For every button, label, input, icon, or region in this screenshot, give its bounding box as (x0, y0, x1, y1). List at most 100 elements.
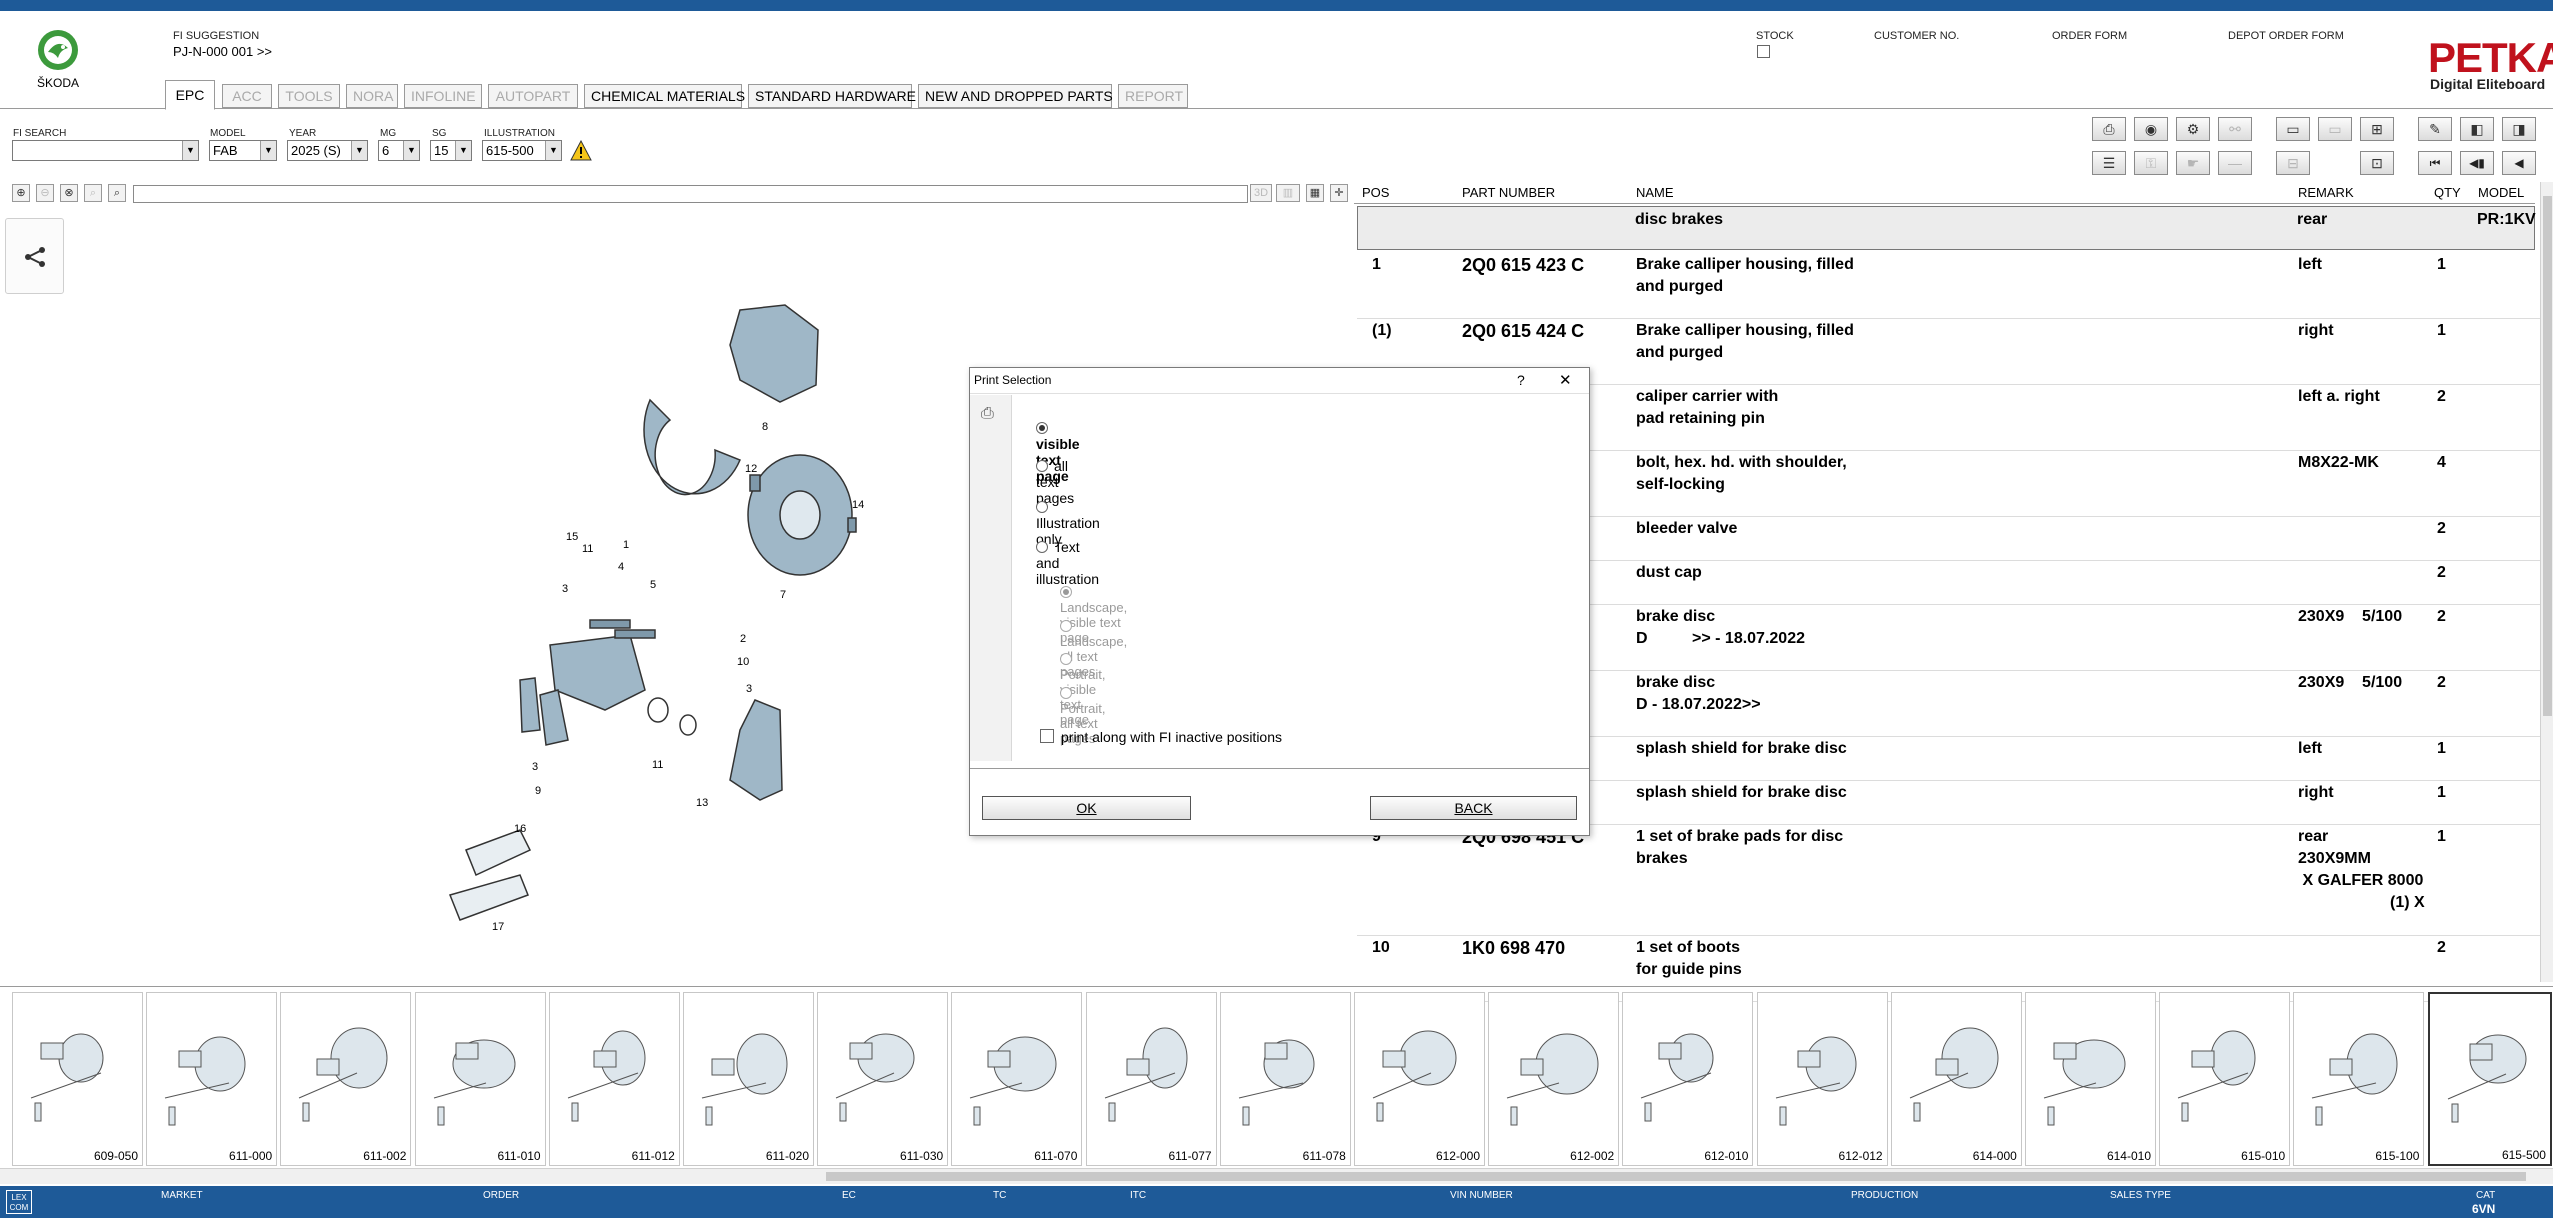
key-icon[interactable]: ⚿ (2134, 151, 2168, 175)
close-button[interactable]: ✕ (1559, 371, 1572, 389)
row-qty: 1 (2437, 828, 2446, 845)
illustration-thumbnail[interactable]: 611-077 (1085, 992, 1217, 1166)
illustration-thumbnail[interactable]: 615-500 (2427, 992, 2552, 1166)
thumbnail-preview (701, 1033, 788, 1126)
thumbnail-scrollbar[interactable] (0, 1168, 2553, 1184)
tab-autopart[interactable]: AUTOPART (488, 84, 578, 108)
row-divider (1357, 318, 2540, 319)
illustration-thumbnail[interactable]: 611-078 (1219, 992, 1351, 1166)
column-qty[interactable]: QTY (2434, 185, 2461, 200)
column-remark[interactable]: REMARK (2298, 185, 2354, 200)
table-row[interactable]: 1 2Q0 615 423 C Brake calliper housing, fi… (1354, 254, 2535, 320)
help-button[interactable]: ? (1517, 372, 1525, 388)
group-model: PR:1KV (2477, 211, 2536, 228)
illustration-thumbnail[interactable]: 611-010 (414, 992, 546, 1166)
illustration-thumbnail[interactable]: 611-000 (146, 992, 278, 1166)
list-view-icon[interactable]: ☰ (2092, 151, 2126, 175)
tab-new-and-dropped-parts[interactable]: NEW AND DROPPED PARTS (918, 84, 1113, 108)
illustration-thumbnail[interactable]: 612-010 (1622, 992, 1754, 1166)
cart-add-icon[interactable]: ⊞ (2360, 117, 2394, 141)
back-button[interactable]: BACK (1370, 796, 1577, 820)
illustration-select[interactable]: 615-500 ▼ (482, 140, 562, 161)
illustration-thumbnail[interactable]: 611-012 (548, 992, 680, 1166)
back-icon[interactable]: ◀ (2502, 151, 2536, 175)
link-icon[interactable]: ⚯ (2218, 117, 2252, 141)
page-next-icon[interactable]: ◨ (2502, 117, 2536, 141)
zoom-in-icon[interactable]: ⊕ (12, 184, 30, 202)
sg-select[interactable]: 15 ▼ (430, 140, 472, 161)
group-header-row[interactable]: disc brakes rear PR:1KV (1357, 206, 2536, 250)
split-view-icon[interactable]: ▥ (1276, 184, 1300, 202)
print-option-radio[interactable]: Text and illustration (1036, 539, 1099, 587)
row-qty: 1 (2437, 784, 2446, 801)
tab-chemical-materials[interactable]: CHEMICAL MATERIALS (584, 84, 745, 108)
tab-infoline[interactable]: INFOLINE (404, 84, 482, 108)
illustration-thumbnail[interactable]: 615-010 (2159, 992, 2291, 1166)
share-button[interactable] (5, 218, 64, 294)
illustration-thumbnail[interactable]: 611-002 (280, 992, 412, 1166)
search-icon[interactable]: ⌕ (108, 184, 126, 202)
layout-icon[interactable]: ▦ (1306, 184, 1324, 202)
search-part-icon[interactable]: ◉ (2134, 117, 2168, 141)
warning-icon[interactable] (570, 139, 592, 161)
illustration-thumbnail[interactable]: 614-010 (2025, 992, 2156, 1166)
elsa-disabled-icon[interactable]: ▭ (2318, 117, 2352, 141)
ok-button[interactable]: OK (982, 796, 1191, 820)
illustration-thumbnail[interactable]: 612-000 (1354, 992, 1485, 1166)
illustration-thumbnail[interactable]: 615-100 (2293, 992, 2425, 1166)
thumbnail-preview (1104, 1027, 1188, 1122)
tools-icon[interactable]: ⚙ (2176, 117, 2210, 141)
fullscreen-icon[interactable]: ✛ (1330, 184, 1348, 202)
callout-9: 9 (535, 785, 541, 797)
first-page-icon[interactable]: ⏮ (2418, 151, 2452, 175)
year-select[interactable]: 2025 (S) ▼ (287, 140, 368, 161)
tab-report[interactable]: REPORT (1118, 84, 1188, 108)
zoom-area-icon[interactable]: ⌕ (84, 184, 102, 202)
table-scrollbar-thumb[interactable] (2543, 196, 2552, 716)
illustration-thumbnail[interactable]: 612-012 (1756, 992, 1888, 1166)
viewer-search-input[interactable] (133, 185, 1248, 203)
fi-suggestion-link[interactable]: PJ-N-000 001 >> (173, 44, 272, 59)
thumbnail-scrollbar-thumb[interactable] (826, 1172, 2526, 1181)
thumbnail-preview (2043, 1039, 2126, 1126)
illustration-thumbnail[interactable]: 611-030 (817, 992, 949, 1166)
view-3d-button[interactable]: 3D (1250, 184, 1272, 202)
zoom-out-icon[interactable]: ⊖ (36, 184, 54, 202)
tab-tools[interactable]: TOOLS (278, 84, 340, 108)
cart-disabled-icon[interactable]: ⊟ (2276, 151, 2310, 175)
illustration-thumbnail[interactable]: 614-000 (1890, 992, 2022, 1166)
tab-nora[interactable]: NORA (346, 84, 398, 108)
previous-icon[interactable]: ◀▮ (2460, 151, 2494, 175)
page-prev-icon[interactable]: ◧ (2460, 117, 2494, 141)
table-scrollbar[interactable] (2540, 182, 2553, 982)
stock-checkbox[interactable] (1757, 45, 1770, 58)
tab-standard-hardware[interactable]: STANDARD HARDWARE (748, 84, 916, 108)
column-part-number[interactable]: PART NUMBER (1462, 185, 1555, 200)
hand-icon[interactable]: ☛ (2176, 151, 2210, 175)
parts-illustration[interactable]: 8 12 14 7 15 11 1 3 4 5 2 10 3 11 13 3 9… (440, 290, 900, 950)
cart-icon[interactable]: ⊡ (2360, 151, 2394, 175)
column-model[interactable]: MODEL (2478, 185, 2524, 200)
elsa-icon[interactable]: ▭ (2276, 117, 2310, 141)
model-select[interactable]: FAB ▼ (209, 140, 277, 161)
table-row[interactable]: 9 2Q0 698 451 C1 set of brake pads for di… (1354, 826, 2535, 937)
radio-icon (1036, 422, 1048, 434)
thumbnail-label: 612-010 (1704, 1149, 1749, 1163)
row-remark-line: right (2298, 322, 2334, 339)
illustration-thumbnail[interactable]: 611-020 (683, 992, 814, 1166)
column-name[interactable]: NAME (1636, 185, 1674, 200)
illustration-thumbnail[interactable]: 611-070 (951, 992, 1083, 1166)
tab-acc[interactable]: ACC (222, 84, 272, 108)
minus-icon[interactable]: — (2218, 151, 2252, 175)
mg-select[interactable]: 6 ▼ (378, 140, 420, 161)
pin-icon[interactable]: ✎ (2418, 117, 2452, 141)
fi-search-combo[interactable]: ▼ (12, 140, 199, 161)
tab-epc[interactable]: EPC (165, 80, 215, 110)
illustration-thumbnail[interactable]: 609-050 (12, 992, 143, 1166)
illustration-thumbnail[interactable]: 612-002 (1488, 992, 1620, 1166)
print-icon[interactable]: ⎙ (2092, 117, 2126, 141)
row-name-line: 1 set of boots (1636, 939, 1741, 956)
column-pos[interactable]: POS (1362, 185, 1389, 200)
fi-inactive-checkbox[interactable] (1040, 729, 1054, 743)
zoom-fit-icon[interactable]: ⊗ (60, 184, 78, 202)
